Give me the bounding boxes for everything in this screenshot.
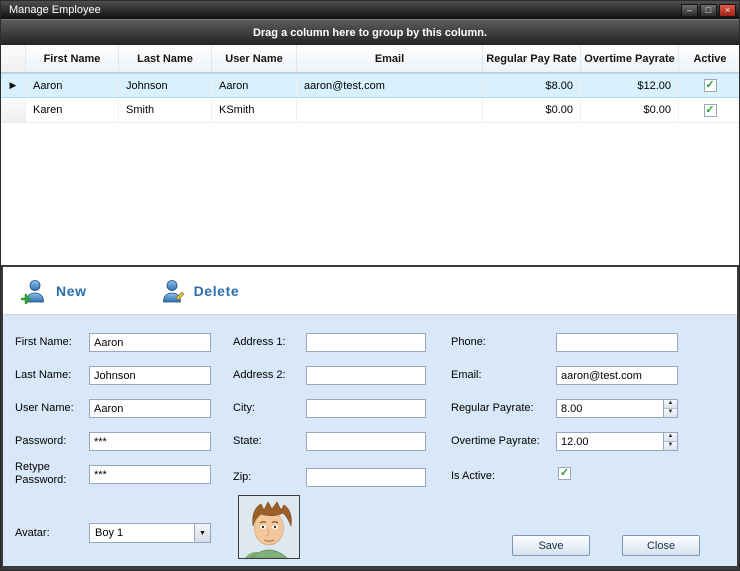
cell-overtime-payrate: $0.00 <box>581 98 679 122</box>
delete-button[interactable]: Delete <box>159 278 240 304</box>
spin-down-icon[interactable]: ▼ <box>664 409 677 417</box>
row-indicator-header <box>1 45 26 72</box>
avatar-dropdown-value: Boy 1 <box>90 527 194 539</box>
address2-label: Address 2: <box>233 369 286 382</box>
is-active-checkbox[interactable]: ✓ <box>558 467 571 480</box>
last-name-field[interactable] <box>89 366 211 385</box>
toolbar: New Delete <box>3 267 737 315</box>
window-title: Manage Employee <box>9 4 681 16</box>
email-field[interactable] <box>556 366 678 385</box>
regular-payrate-field[interactable] <box>556 399 663 418</box>
column-header-active[interactable]: Active <box>679 45 739 72</box>
zip-label: Zip: <box>233 471 251 484</box>
grid-header-row: First Name Last Name User Name Email Reg… <box>1 45 739 73</box>
state-field[interactable] <box>306 432 426 451</box>
new-button-label: New <box>56 283 87 299</box>
overtime-payrate-field[interactable] <box>556 432 663 451</box>
column-header-email[interactable]: Email <box>297 45 483 72</box>
cell-overtime-payrate: $12.00 <box>581 74 679 97</box>
city-field[interactable] <box>306 399 426 418</box>
employee-form: First Name: Last Name: User Name: Passwo… <box>3 315 737 566</box>
zip-field[interactable] <box>306 468 426 487</box>
column-header-first-name[interactable]: First Name <box>26 45 119 72</box>
close-window-button[interactable]: × <box>719 4 736 17</box>
column-header-user-name[interactable]: User Name <box>212 45 297 72</box>
table-row[interactable]: ▶ Aaron Johnson Aaron aaron@test.com $8.… <box>1 73 739 98</box>
city-label: City: <box>233 402 255 415</box>
column-header-overtime-payrate[interactable]: Overtime Payrate <box>581 45 679 72</box>
overtime-payrate-spin: ▲ ▼ <box>663 432 678 451</box>
overtime-payrate-stepper: ▲ ▼ <box>556 432 678 451</box>
address1-label: Address 1: <box>233 336 286 349</box>
window-controls: – □ × <box>681 4 736 17</box>
employee-grid: First Name Last Name User Name Email Reg… <box>1 45 739 265</box>
cell-regular-pay-rate: $8.00 <box>483 74 581 97</box>
state-label: State: <box>233 435 262 448</box>
minimize-button[interactable]: – <box>681 4 698 17</box>
save-button[interactable]: Save <box>512 535 590 556</box>
row-indicator-cell <box>1 98 26 122</box>
check-icon: ✓ <box>560 468 569 479</box>
cell-active: ✓ <box>679 74 739 97</box>
new-employee-icon <box>21 278 47 304</box>
selected-row-arrow-icon: ▶ <box>10 80 17 91</box>
cell-email: aaron@test.com <box>297 74 483 97</box>
email-label: Email: <box>451 369 482 382</box>
regular-payrate-label: Regular Payrate: <box>451 402 534 415</box>
cell-user-name: Aaron <box>212 74 297 97</box>
address1-field[interactable] <box>306 333 426 352</box>
maximize-button[interactable]: □ <box>700 4 717 17</box>
spin-down-icon[interactable]: ▼ <box>664 442 677 450</box>
password-label: Password: <box>15 435 66 448</box>
group-by-bar[interactable]: Drag a column here to group by this colu… <box>1 19 739 45</box>
close-button[interactable]: Close <box>622 535 700 556</box>
cell-email <box>297 98 483 122</box>
regular-payrate-spin: ▲ ▼ <box>663 399 678 418</box>
last-name-label: Last Name: <box>15 369 71 382</box>
row-indicator-cell: ▶ <box>1 74 26 97</box>
user-name-field[interactable] <box>89 399 211 418</box>
cell-last-name: Johnson <box>119 74 212 97</box>
delete-employee-icon <box>159 278 185 304</box>
cell-regular-pay-rate: $0.00 <box>483 98 581 122</box>
table-row[interactable]: Karen Smith KSmith $0.00 $0.00 ✓ <box>1 98 739 123</box>
cell-first-name: Karen <box>26 98 119 122</box>
retype-password-field[interactable] <box>89 465 211 484</box>
group-by-hint: Drag a column here to group by this colu… <box>253 27 487 39</box>
new-button[interactable]: New <box>21 278 87 304</box>
column-header-last-name[interactable]: Last Name <box>119 45 212 72</box>
avatar-preview <box>238 495 300 559</box>
check-icon: ✓ <box>705 80 714 91</box>
phone-field[interactable] <box>556 333 678 352</box>
active-checkbox[interactable]: ✓ <box>704 79 717 92</box>
grid-empty-area <box>1 123 739 265</box>
first-name-label: First Name: <box>15 336 72 349</box>
spin-up-icon[interactable]: ▲ <box>664 433 677 442</box>
active-checkbox[interactable]: ✓ <box>704 104 717 117</box>
address2-field[interactable] <box>306 366 426 385</box>
cell-first-name: Aaron <box>26 74 119 97</box>
check-icon: ✓ <box>705 105 714 116</box>
avatar-dropdown[interactable]: Boy 1 ▼ <box>89 523 211 543</box>
is-active-label: Is Active: <box>451 470 495 483</box>
regular-payrate-stepper: ▲ ▼ <box>556 399 678 418</box>
delete-button-label: Delete <box>194 283 240 299</box>
user-name-label: User Name: <box>15 402 74 415</box>
password-field[interactable] <box>89 432 211 451</box>
chevron-down-icon: ▼ <box>194 524 210 542</box>
titlebar: Manage Employee – □ × <box>1 1 739 19</box>
detail-panel: New Delete First Name: <box>1 265 739 570</box>
phone-label: Phone: <box>451 336 486 349</box>
cell-active: ✓ <box>679 98 739 122</box>
avatar-label: Avatar: <box>15 527 50 540</box>
cell-user-name: KSmith <box>212 98 297 122</box>
retype-password-label: Retype Password: <box>15 461 69 487</box>
cell-last-name: Smith <box>119 98 212 122</box>
manage-employee-window: Manage Employee – □ × Drag a column here… <box>0 0 740 571</box>
avatar-boy-image <box>239 496 299 558</box>
overtime-payrate-label: Overtime Payrate: <box>451 435 540 448</box>
first-name-field[interactable] <box>89 333 211 352</box>
column-header-regular-pay-rate[interactable]: Regular Pay Rate <box>483 45 581 72</box>
spin-up-icon[interactable]: ▲ <box>664 400 677 409</box>
